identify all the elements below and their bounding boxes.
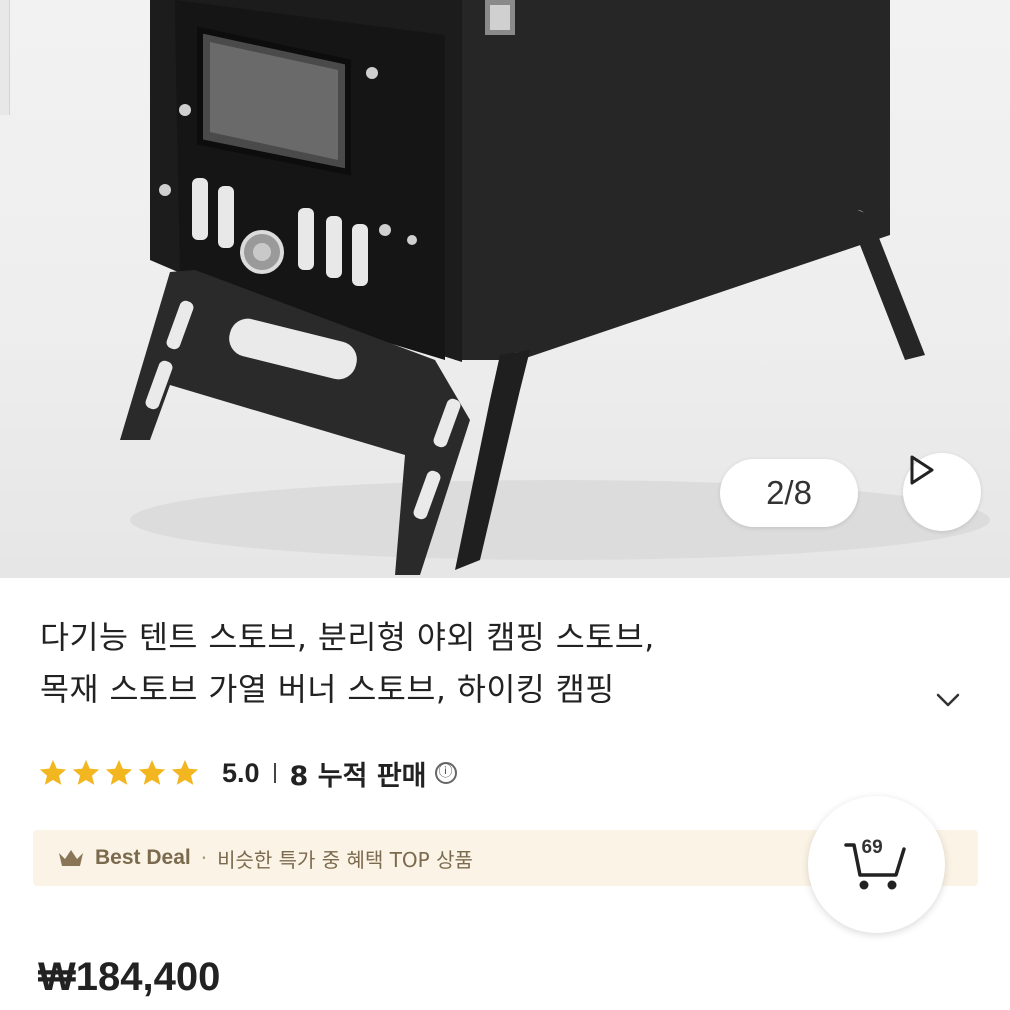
- product-title-line2: 목재 스토브 가열 버너 스토브, 하이킹 캠핑: [40, 672, 615, 708]
- best-deal-description: 비슷한 특가 중 혜택 TOP 상품: [217, 847, 473, 872]
- add-to-cart-button[interactable]: 69: [808, 796, 945, 933]
- sales-count: 8 누적 판매: [289, 760, 427, 792]
- rating-row: 5.0 8 누적 판매 ⓘ: [38, 752, 457, 794]
- previous-image-edge: [0, 0, 10, 115]
- product-photo-stove: [120, 0, 990, 575]
- star-icon: [72, 759, 100, 785]
- info-icon[interactable]: ⓘ: [434, 762, 457, 784]
- rating-value: 5.0: [222, 757, 260, 788]
- rating-divider: [273, 763, 276, 783]
- product-title-line1: 다기능 텐트 스토브, 분리형 야외 캠핑 스토브,: [40, 620, 655, 656]
- product-image-gallery[interactable]: 2/8: [0, 0, 1010, 578]
- next-image-button[interactable]: [903, 453, 981, 531]
- star-icon: [138, 759, 166, 785]
- star-icon: [39, 759, 67, 785]
- product-price: ₩184,400: [38, 955, 221, 999]
- star-icon: [105, 759, 133, 785]
- image-counter: 2/8: [720, 459, 858, 527]
- play-next-icon: [910, 455, 934, 485]
- best-deal-label: Best Deal: [95, 846, 191, 869]
- rating-stars: [38, 758, 200, 788]
- deal-separator: ·: [200, 846, 208, 870]
- chevron-down-icon: [936, 693, 960, 707]
- cart-count-badge: 69: [861, 836, 883, 858]
- star-icon: [171, 759, 199, 785]
- expand-title-button[interactable]: [926, 680, 970, 720]
- cart-icon-wrap: 69: [842, 835, 912, 895]
- crown-icon: [59, 850, 83, 866]
- product-title: 다기능 텐트 스토브, 분리형 야외 캠핑 스토브, 목재 스토브 가열 버너 …: [40, 612, 910, 716]
